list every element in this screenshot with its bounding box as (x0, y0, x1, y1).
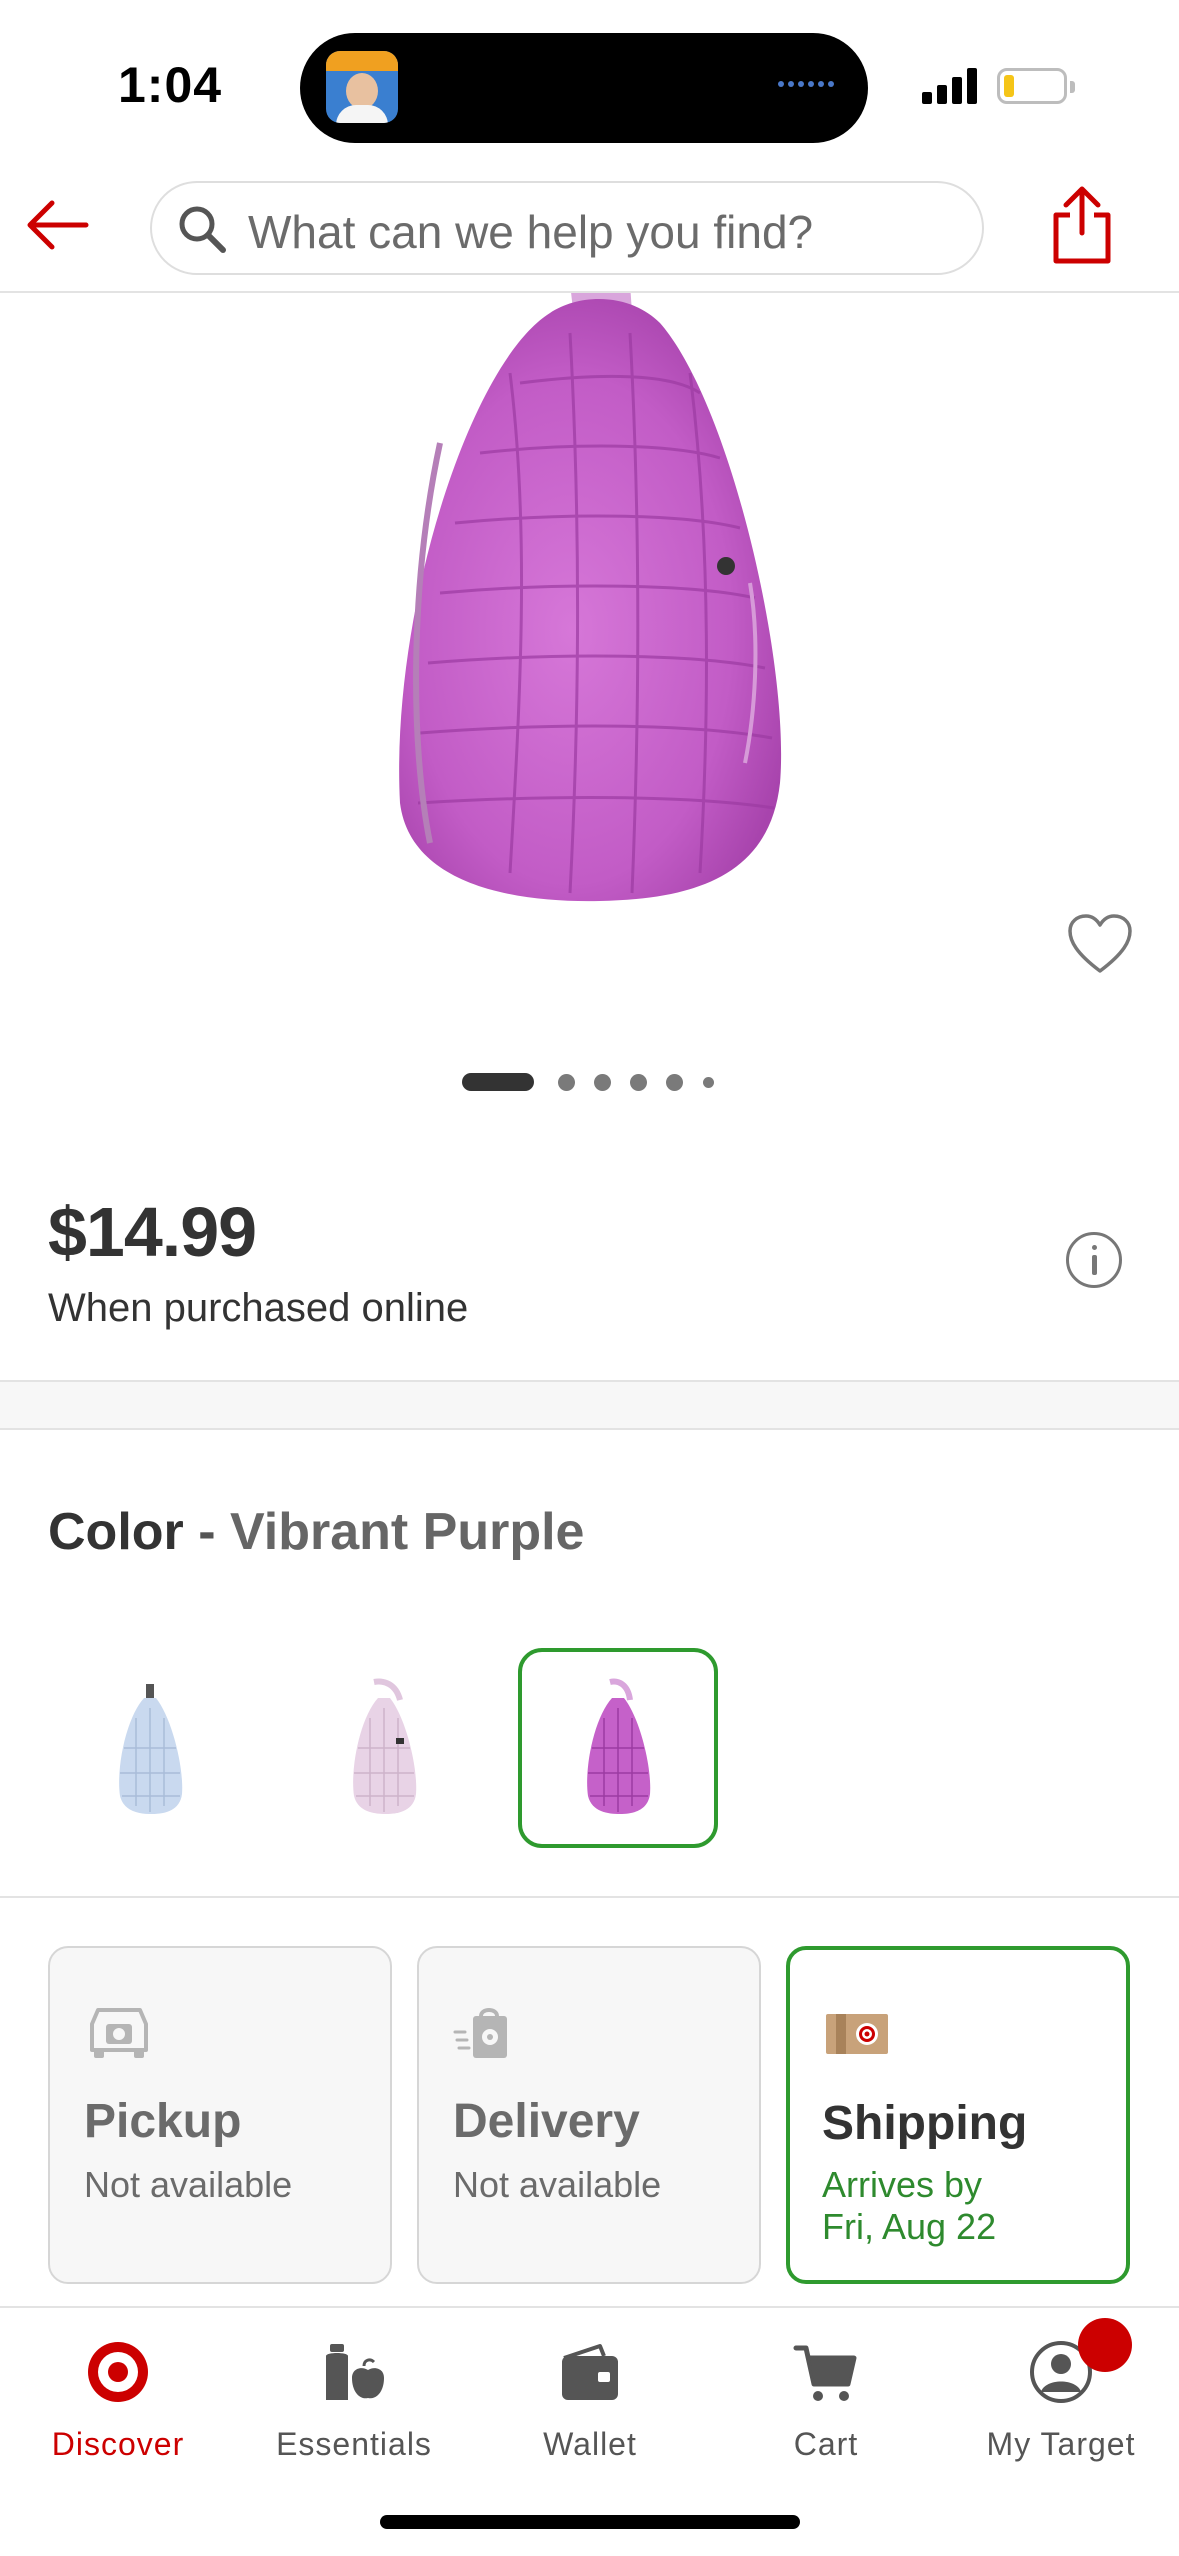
tab-label: Cart (793, 2426, 859, 2462)
pickup-status: Not available (84, 2164, 293, 2205)
target-bullseye-icon (88, 2342, 148, 2402)
notification-badge (1078, 2318, 1132, 2372)
tab-cart[interactable]: Cart (708, 2308, 944, 2498)
delivery-bag-icon (453, 2008, 507, 2058)
carousel-dot-active[interactable] (462, 1073, 534, 1091)
shipping-arrives-label: Arrives by (822, 2164, 983, 2205)
vibrant-purple-bag-thumbnail (587, 1678, 651, 1814)
delivery-status: Not available (453, 2164, 662, 2205)
carousel-dot[interactable] (703, 1077, 714, 1088)
carousel-dot[interactable] (594, 1074, 611, 1091)
carousel-dot[interactable] (666, 1074, 683, 1091)
car-pickup-icon (90, 2008, 148, 2058)
top-header: What can we help you find? (0, 165, 1179, 293)
cellular-signal-icon (922, 68, 980, 104)
status-bar: 1:04 (0, 0, 1179, 165)
color-heading: Color - Vibrant Purple (48, 1502, 584, 1562)
section-divider (0, 1896, 1179, 1898)
product-image (399, 293, 782, 902)
color-swatch-vibrant-purple[interactable] (518, 1648, 718, 1848)
tab-label: Wallet (543, 2426, 637, 2462)
essentials-icon (326, 2344, 384, 2400)
search-input[interactable]: What can we help you find? (248, 205, 813, 259)
carousel-dot[interactable] (558, 1074, 575, 1091)
shipping-status: Arrives by Fri, Aug 22 (822, 2164, 996, 2248)
live-activity-avatar-icon (326, 51, 398, 123)
light-pink-bag-thumbnail (353, 1678, 417, 1814)
share-button[interactable] (1046, 183, 1118, 267)
pickup-title: Pickup (84, 2095, 242, 2148)
favorite-button[interactable] (1066, 913, 1134, 977)
color-separator: - (198, 1503, 216, 1561)
search-icon (179, 206, 226, 253)
carousel-dot[interactable] (630, 1074, 647, 1091)
pickup-option-card[interactable]: Pickup Not available (48, 1946, 392, 2284)
shipping-box-icon (826, 2014, 888, 2054)
product-image-carousel[interactable] (0, 293, 1179, 1093)
carousel-pagination[interactable] (462, 1073, 722, 1093)
battery-icon (997, 68, 1075, 104)
shipping-arrival-date: Fri, Aug 22 (822, 2206, 997, 2247)
dynamic-island (300, 33, 868, 143)
delivery-option-card[interactable]: Delivery Not available (417, 1946, 761, 2284)
tab-essentials[interactable]: Essentials (236, 2308, 472, 2498)
info-icon (1092, 1245, 1097, 1250)
heart-icon (1068, 914, 1132, 973)
status-time: 1:04 (118, 57, 223, 113)
search-bar[interactable]: What can we help you find? (150, 181, 984, 275)
live-activity-dots-icon (778, 81, 838, 95)
wallet-icon (562, 2344, 618, 2400)
shipping-option-card[interactable]: Shipping Arrives by Fri, Aug 22 (786, 1946, 1130, 2284)
light-blue-bag-thumbnail (119, 1684, 183, 1814)
price-info-button[interactable] (1066, 1232, 1122, 1288)
tab-discover[interactable]: Discover (0, 2308, 236, 2498)
price-note: When purchased online (48, 1286, 469, 1330)
tab-label: My Target (986, 2426, 1136, 2462)
back-arrow-icon (27, 200, 89, 250)
share-icon (1053, 186, 1111, 264)
tab-label: Discover (51, 2426, 185, 2462)
delivery-title: Delivery (453, 2095, 640, 2148)
home-indicator[interactable] (380, 2515, 800, 2529)
color-swatch-light-blue[interactable] (50, 1648, 250, 1848)
color-swatch-light-pink[interactable] (284, 1648, 484, 1848)
product-price: $14.99 (48, 1193, 257, 1271)
tab-wallet[interactable]: Wallet (472, 2308, 708, 2498)
tab-label: Essentials (276, 2426, 432, 2462)
tab-my-target[interactable]: My Target (943, 2308, 1179, 2498)
section-divider (0, 1380, 1179, 1430)
selected-color-name: Vibrant Purple (230, 1503, 585, 1561)
back-button[interactable] (22, 189, 94, 261)
color-label: Color (48, 1503, 184, 1561)
shipping-title: Shipping (822, 2097, 1028, 2150)
cart-icon (793, 2345, 857, 2401)
